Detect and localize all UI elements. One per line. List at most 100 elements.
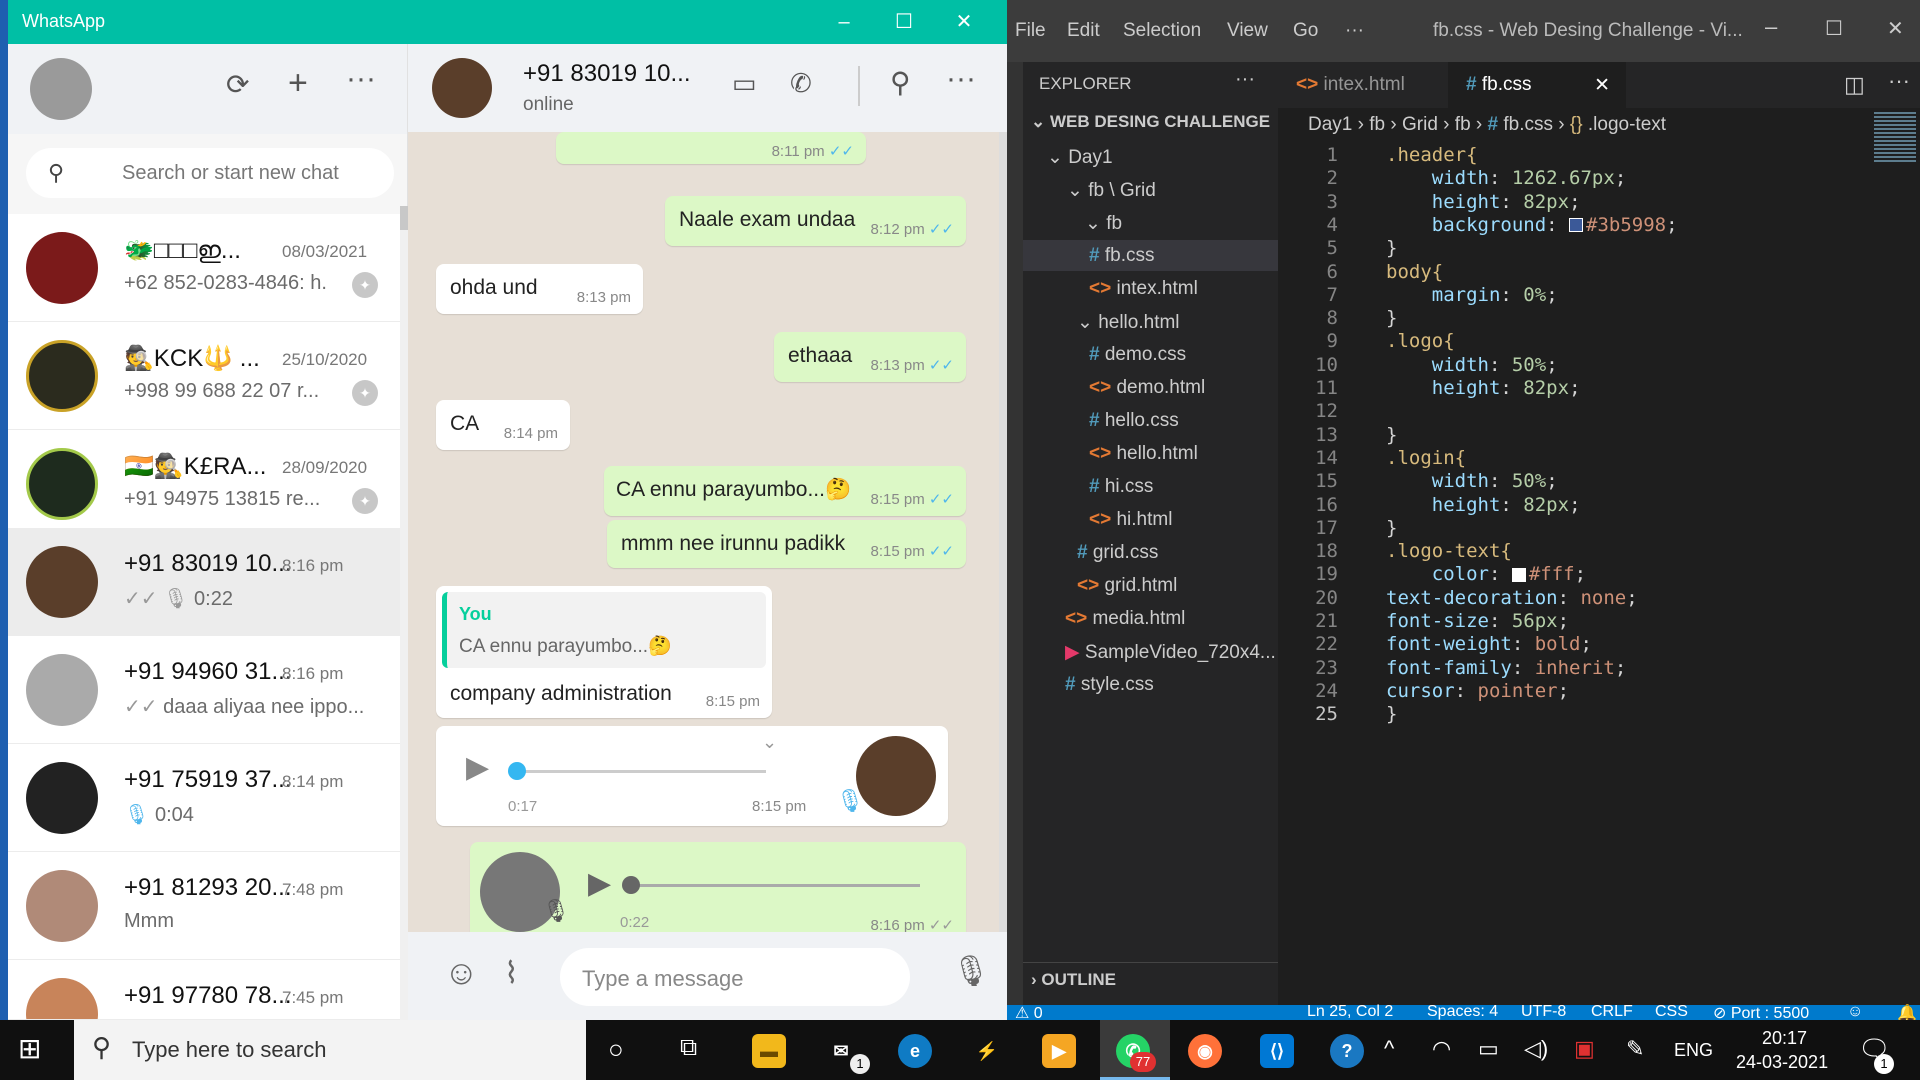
chat-item-selected[interactable]: +91 83019 10... 8:16 pm ✓✓ 🎙 0:22 (8, 528, 400, 636)
message-outgoing[interactable]: CA ennu parayumbo...🤔 8:15 pm ✓✓ (604, 466, 966, 516)
edge-icon[interactable]: e (898, 1034, 932, 1068)
pen-icon[interactable]: ✎ (1626, 1036, 1644, 1062)
code-line[interactable]: cursor: pointer; (1386, 680, 1569, 702)
outline-section[interactable]: › OUTLINE (1031, 970, 1116, 990)
tree-item[interactable]: # hi.css (1089, 476, 1153, 498)
code-line[interactable]: color: #fff; (1386, 563, 1586, 585)
indentation[interactable]: Spaces: 4 (1427, 1003, 1498, 1021)
message-outgoing[interactable]: 8:11 pm ✓✓ (556, 132, 866, 164)
code-line[interactable]: } (1386, 424, 1397, 446)
breadcrumb-item[interactable]: Day1 (1308, 114, 1352, 135)
breadcrumb-item[interactable]: fb.css (1503, 114, 1553, 135)
line-ending[interactable]: CRLF (1591, 1003, 1633, 1021)
voice-progress-track[interactable] (630, 884, 920, 887)
wifi-icon[interactable]: ◠ (1432, 1036, 1451, 1062)
help-icon[interactable]: ? (1330, 1034, 1364, 1068)
menu-view[interactable]: View (1227, 20, 1268, 42)
language-mode[interactable]: CSS (1655, 1003, 1688, 1021)
menu-edit[interactable]: Edit (1067, 20, 1100, 42)
voice-message-outgoing[interactable]: 🎙 ▶ 0:22 8:16 pm ✓✓ (470, 842, 966, 942)
cursor-position[interactable]: Ln 25, Col 2 (1307, 1003, 1393, 1021)
color-swatch[interactable] (1511, 567, 1526, 582)
tree-item-selected[interactable]: # fb.css (1023, 240, 1278, 271)
voice-call-icon[interactable]: ✆ (790, 68, 812, 99)
tree-item[interactable]: # grid.css (1077, 542, 1158, 564)
search-input[interactable]: ⚲ Search or start new chat (26, 148, 394, 198)
split-editor-icon[interactable]: ◫ (1844, 72, 1865, 98)
taskbar-search-box[interactable]: ⚲ Type here to search (74, 1020, 586, 1080)
my-avatar[interactable] (30, 58, 92, 120)
breadcrumb-item[interactable]: .logo-text (1588, 114, 1666, 135)
play-icon[interactable]: ▶ (588, 866, 611, 901)
antivirus-icon[interactable]: ▣ (1574, 1036, 1595, 1062)
clock-time[interactable]: 20:17 (1762, 1028, 1807, 1049)
code-line[interactable]: font-family: inherit; (1386, 657, 1626, 679)
minimize-button[interactable]: – (814, 0, 874, 44)
tab-intex-html[interactable]: <> intex.html (1278, 62, 1448, 108)
code-line[interactable]: } (1386, 517, 1397, 539)
code-line[interactable]: text-decoration: none; (1386, 587, 1638, 609)
menu-icon[interactable]: ··· (346, 62, 376, 96)
message-incoming[interactable]: CA 8:14 pm (436, 400, 570, 450)
tree-item[interactable]: <> demo.html (1089, 377, 1205, 399)
search-icon[interactable]: ⚲ (890, 66, 911, 99)
tab-close-icon[interactable]: ✕ (1594, 74, 1610, 97)
code-line[interactable]: height: 82px; (1386, 377, 1581, 399)
status-icon[interactable]: ⟳ (226, 68, 249, 101)
chat-item[interactable]: +91 75919 37... 8:14 pm 🎙 0:04 (8, 744, 400, 852)
code-line[interactable]: font-weight: bold; (1386, 633, 1592, 655)
tree-item[interactable]: # hello.css (1089, 410, 1179, 432)
workspace-folder[interactable]: ⌄ WEB DESING CHALLENGE (1031, 112, 1270, 132)
firefox-icon[interactable]: ◉ (1188, 1034, 1222, 1068)
tree-item[interactable]: # style.css (1065, 674, 1154, 696)
video-call-icon[interactable]: ▭ (732, 68, 757, 99)
chat-item[interactable]: +91 97780 78... 7:45 pm (8, 960, 400, 1020)
minimap[interactable] (1874, 112, 1916, 162)
attach-icon[interactable]: ⌇ (504, 956, 519, 991)
tree-item[interactable]: <> intex.html (1089, 278, 1198, 300)
tree-item[interactable]: ⌄ fb \ Grid (1067, 179, 1156, 202)
menu-selection[interactable]: Selection (1123, 20, 1201, 42)
chat-item[interactable]: 🕵KCK🔱 ... 25/10/2020 +998 99 688 22 07 r… (8, 322, 400, 430)
code-line[interactable]: body{ (1386, 261, 1443, 283)
menu-go[interactable]: Go (1293, 20, 1318, 42)
code-line[interactable]: .header{ (1386, 144, 1478, 166)
code-line[interactable]: .logo-text{ (1386, 540, 1512, 562)
code-line[interactable]: } (1386, 307, 1397, 329)
color-swatch[interactable] (1569, 218, 1584, 233)
menu-icon[interactable]: ··· (946, 62, 976, 96)
clock-date[interactable]: 24-03-2021 (1736, 1052, 1828, 1073)
tree-item[interactable]: <> grid.html (1077, 575, 1177, 597)
play-icon[interactable]: ▶ (466, 750, 489, 785)
chat-item[interactable]: 🐲□□□ഇ... 08/03/2021 +62 852-0283-4846: h… (8, 214, 400, 322)
tab-fb-css[interactable]: # fb.css ✕ (1448, 62, 1626, 108)
mic-icon[interactable]: 🎙 (952, 954, 990, 989)
conversation-scrollbar[interactable] (999, 132, 1007, 932)
message-input[interactable]: Type a message (560, 948, 910, 1006)
emoji-icon[interactable]: ☺ (444, 954, 479, 993)
code-line[interactable]: width: 1262.67px; (1386, 167, 1627, 189)
vscode-icon[interactable]: ⟨⟩ (1260, 1034, 1294, 1068)
more-actions-icon[interactable]: ··· (1888, 68, 1910, 94)
code-line[interactable]: .logo{ (1386, 330, 1455, 352)
code-line[interactable]: height: 82px; (1386, 191, 1581, 213)
cortana-icon[interactable]: ○ (608, 1034, 624, 1065)
voice-progress-thumb[interactable] (508, 762, 526, 780)
code-line[interactable]: .login{ (1386, 447, 1466, 469)
message-outgoing[interactable]: Naale exam undaa 8:12 pm ✓✓ (665, 196, 966, 246)
voice-progress-track[interactable] (516, 770, 766, 773)
tree-item[interactable]: <> media.html (1065, 608, 1185, 630)
battery-icon[interactable]: ▭ (1478, 1036, 1499, 1062)
tree-item[interactable]: ▶ SampleVideo_720x4... (1065, 641, 1276, 664)
code-line[interactable]: margin: 0%; (1386, 284, 1558, 306)
tree-item[interactable]: <> hi.html (1089, 509, 1172, 531)
message-incoming-reply[interactable]: You CA ennu parayumbo...🤔 company admini… (436, 586, 772, 718)
code-line[interactable]: width: 50%; (1386, 354, 1558, 376)
menu-more[interactable]: ··· (1345, 20, 1364, 42)
breadcrumb-item[interactable]: fb (1455, 114, 1471, 135)
tree-item[interactable]: ⌄ Day1 (1047, 146, 1113, 169)
menu-file[interactable]: File (1015, 20, 1046, 42)
code-editor[interactable]: Day1 › fb › Grid › fb › # fb.css › {} .l… (1278, 108, 1920, 1005)
windows-start-icon[interactable]: ⊞ (18, 1032, 41, 1065)
chat-item[interactable]: +91 81293 20... 7:48 pm Mmm (8, 852, 400, 960)
